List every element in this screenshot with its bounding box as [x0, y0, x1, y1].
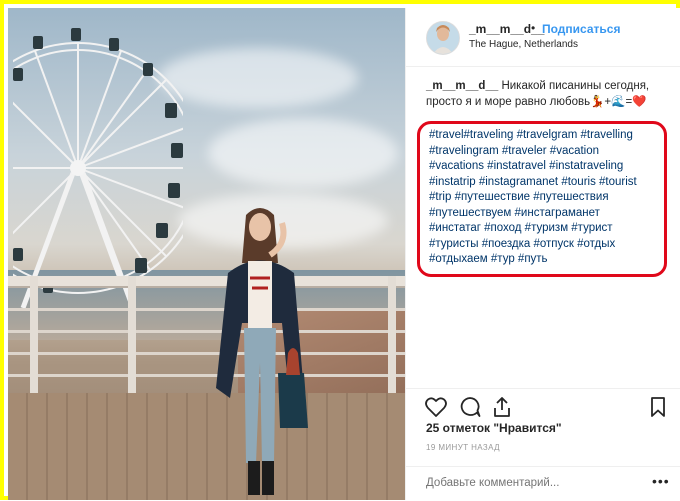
separator-dot: • [531, 21, 536, 35]
action-bar [406, 388, 680, 419]
post-photo[interactable] [8, 8, 405, 500]
railing [8, 276, 405, 288]
follow-button[interactable]: Подписаться [542, 22, 620, 36]
post-panel: _m__m__d__ • Подписаться The Hague, Neth… [405, 8, 680, 500]
heart-icon[interactable] [424, 395, 448, 419]
woman [216, 208, 308, 495]
post-caption: _m__m__d__ Никакой писанины сегодня, про… [426, 78, 666, 110]
location-link[interactable]: The Hague, Netherlands [469, 39, 578, 50]
avatar[interactable] [426, 21, 460, 55]
railing-bar [8, 308, 405, 311]
hashtags-text[interactable]: #travel#traveling #travelgram #travellin… [429, 129, 637, 265]
railing-post [128, 276, 136, 396]
comment-icon[interactable] [458, 395, 482, 419]
comment-box: ••• [406, 466, 680, 501]
cloud [208, 118, 398, 188]
wooden-deck [8, 393, 405, 500]
railing-bar [8, 374, 405, 377]
more-options-icon[interactable]: ••• [652, 473, 670, 489]
caption-username[interactable]: _m__m__d__ [426, 80, 498, 92]
ferris-wheel [13, 28, 183, 308]
bookmark-icon[interactable] [646, 395, 670, 419]
likes-count[interactable]: 25 отметок "Нравится" [426, 421, 562, 435]
railing-bar [8, 330, 405, 333]
screenshot-frame: _m__m__d__ • Подписаться The Hague, Neth… [0, 0, 680, 500]
railing-post [388, 276, 396, 396]
post-header: _m__m__d__ • Подписаться The Hague, Neth… [406, 8, 680, 67]
comment-input[interactable] [426, 477, 636, 489]
railing-post [30, 276, 38, 396]
share-icon[interactable] [490, 395, 514, 419]
cloud [158, 48, 358, 108]
hashtags-highlight: #travel#traveling #travelgram #travellin… [417, 121, 667, 277]
post-timestamp[interactable]: 19 МИНУТ НАЗАД [426, 443, 500, 452]
railing-bar [8, 352, 405, 355]
caption-emoji: 💃+🌊=❤️ [590, 96, 647, 108]
